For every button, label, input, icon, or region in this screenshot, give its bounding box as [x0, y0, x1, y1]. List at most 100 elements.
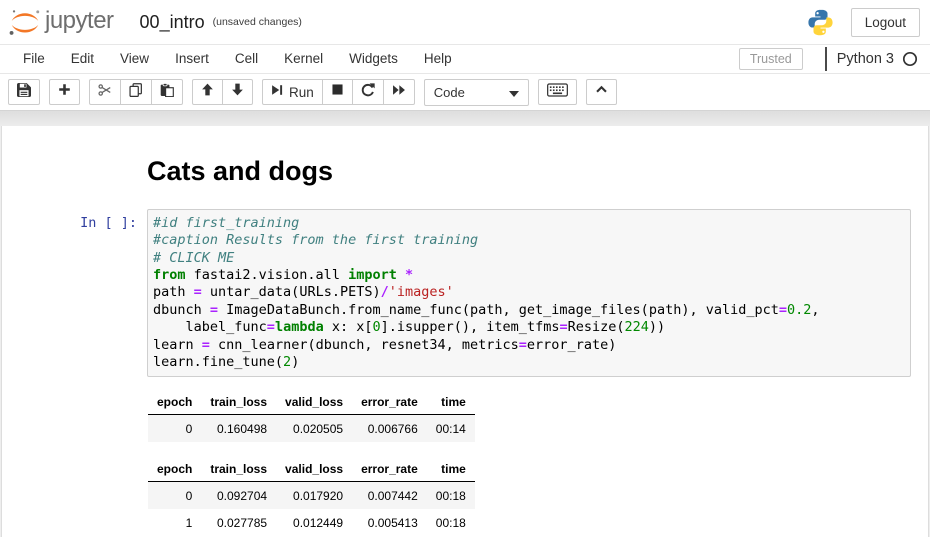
- table-cell: 0.017920: [276, 482, 352, 510]
- menubar: FileEditViewInsertCellKernelWidgetsHelp …: [0, 44, 930, 74]
- table-header-cell: valid_loss: [276, 457, 352, 482]
- code-line: dbunch = ImageDataBunch.from_name_func(p…: [153, 302, 905, 319]
- trusted-badge[interactable]: Trusted: [739, 48, 803, 70]
- restart-run-all-button[interactable]: [383, 79, 415, 105]
- cut-cell-button[interactable]: [89, 79, 121, 105]
- fast-forward-icon: [392, 83, 406, 102]
- jupyter-logo-icon: [8, 8, 42, 37]
- restart-kernel-button[interactable]: [352, 79, 384, 105]
- menu-kernel[interactable]: Kernel: [271, 45, 336, 73]
- code-line: learn.fine_tune(2): [153, 354, 905, 371]
- python-logo-icon: [806, 8, 835, 37]
- kernel-idle-icon: [902, 51, 918, 67]
- code-line: label_func=lambda x: x[0].isupper(), ite…: [153, 319, 905, 336]
- table-header-cell: time: [427, 457, 475, 482]
- table-cell: 0: [148, 415, 201, 443]
- table-header-cell: error_rate: [352, 390, 427, 415]
- code-cell[interactable]: In [ ]: #id first_training#caption Resul…: [2, 204, 928, 383]
- run-button[interactable]: Run: [262, 79, 323, 105]
- header-shadow-divider: [0, 110, 930, 126]
- code-line: # CLICK ME: [153, 250, 905, 267]
- table-header-cell: epoch: [148, 457, 201, 482]
- insert-cell-below-button[interactable]: [49, 79, 80, 105]
- table-cell: 0.027785: [201, 509, 276, 536]
- keyboard-icon: [547, 83, 568, 102]
- notebook-container: Cats and dogs In [ ]: #id first_training…: [1, 126, 929, 537]
- toolbar: Run Code: [0, 74, 930, 110]
- menu-cell[interactable]: Cell: [222, 45, 271, 73]
- notebook-title[interactable]: 00_intro: [140, 12, 205, 33]
- arrow-up-icon: [201, 83, 214, 101]
- header: jupyter 00_intro (unsaved changes) Logou…: [0, 0, 930, 44]
- run-icon: [271, 83, 283, 101]
- table-header-cell: train_loss: [201, 457, 276, 482]
- paste-icon: [160, 83, 174, 102]
- code-line: path = untar_data(URLs.PETS)/'images': [153, 284, 905, 301]
- table-header-cell: train_loss: [201, 390, 276, 415]
- menu-help[interactable]: Help: [411, 45, 465, 73]
- code-line: #caption Results from the first training: [153, 232, 905, 249]
- table-cell: 0.092704: [201, 482, 276, 510]
- stop-icon: [331, 83, 344, 101]
- menu-view[interactable]: View: [107, 45, 162, 73]
- table-cell: 0: [148, 482, 201, 510]
- code-line: from fastai2.vision.all import *: [153, 267, 905, 284]
- chevron-up-button[interactable]: [586, 79, 617, 105]
- scissors-icon: [98, 83, 112, 102]
- logout-button[interactable]: Logout: [851, 8, 920, 37]
- table-cell: 0.007442: [352, 482, 427, 510]
- table-cell: 00:18: [427, 509, 475, 536]
- training-results-table: epochtrain_lossvalid_losserror_ratetime0…: [148, 457, 475, 536]
- chevron-up-icon: [595, 83, 608, 101]
- table-cell: 00:18: [427, 482, 475, 510]
- move-cell-up-button[interactable]: [192, 79, 223, 105]
- cell-type-select[interactable]: Code: [424, 79, 529, 106]
- table-row: 00.0927040.0179200.00744200:18: [148, 482, 475, 510]
- input-prompt: In [ ]:: [2, 209, 147, 378]
- jupyter-notebook-app: jupyter 00_intro (unsaved changes) Logou…: [0, 0, 930, 537]
- menu-file[interactable]: File: [10, 45, 58, 73]
- output-area: epochtrain_lossvalid_losserror_ratetime0…: [2, 382, 928, 536]
- save-icon: [17, 83, 31, 102]
- table-cell: 00:14: [427, 415, 475, 443]
- arrow-down-icon: [231, 83, 244, 101]
- table-header-cell: valid_loss: [276, 390, 352, 415]
- table-cell: 0.006766: [352, 415, 427, 443]
- table-cell: 0.160498: [201, 415, 276, 443]
- menubar-items: FileEditViewInsertCellKernelWidgetsHelp: [10, 45, 465, 73]
- table-row: 10.0277850.0124490.00541300:18: [148, 509, 475, 536]
- code-line: #id first_training: [153, 215, 905, 232]
- save-button[interactable]: [8, 79, 40, 105]
- checkpoint-status: (unsaved changes): [213, 16, 302, 28]
- kernel-name: Python 3: [837, 51, 894, 67]
- jupyter-wordmark: jupyter: [45, 7, 114, 35]
- caret-down-icon: [509, 85, 519, 100]
- table-header-cell: epoch: [148, 390, 201, 415]
- menu-insert[interactable]: Insert: [162, 45, 222, 73]
- command-palette-button[interactable]: [538, 79, 577, 105]
- copy-cell-button[interactable]: [120, 79, 152, 105]
- markdown-cell-prompt: [2, 144, 147, 199]
- code-editor[interactable]: #id first_training#caption Results from …: [147, 209, 911, 378]
- cell-type-value: Code: [434, 85, 465, 100]
- table-cell: 0.005413: [352, 509, 427, 536]
- table-row: 00.1604980.0205050.00676600:14: [148, 415, 475, 443]
- menu-edit[interactable]: Edit: [58, 45, 107, 73]
- table-header-cell: time: [427, 390, 475, 415]
- plus-icon: [58, 83, 71, 101]
- jupyter-logo[interactable]: jupyter: [8, 8, 114, 37]
- table-cell: 0.020505: [276, 415, 352, 443]
- page-title: Cats and dogs: [147, 157, 333, 187]
- table-cell: 0.012449: [276, 509, 352, 536]
- table-header-cell: error_rate: [352, 457, 427, 482]
- run-button-label: Run: [289, 85, 314, 100]
- interrupt-kernel-button[interactable]: [322, 79, 353, 105]
- copy-icon: [129, 83, 143, 102]
- training-results-table: epochtrain_lossvalid_losserror_ratetime0…: [148, 390, 475, 442]
- markdown-cell[interactable]: Cats and dogs: [2, 139, 928, 204]
- restart-icon: [361, 83, 375, 102]
- code-line: learn = cnn_learner(dbunch, resnet34, me…: [153, 337, 905, 354]
- move-cell-down-button[interactable]: [222, 79, 253, 105]
- menu-widgets[interactable]: Widgets: [336, 45, 411, 73]
- paste-cell-button[interactable]: [151, 79, 183, 105]
